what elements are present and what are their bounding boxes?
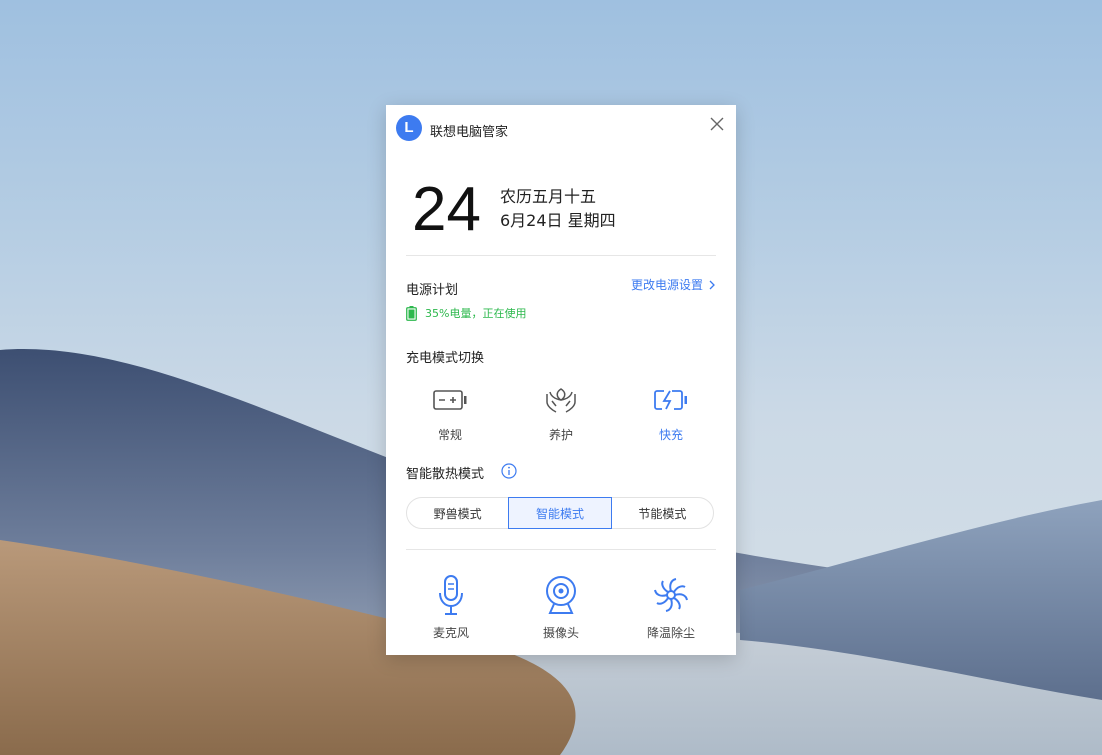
change-power-settings-label: 更改电源设置 <box>630 278 703 292</box>
battery-icon <box>406 305 417 321</box>
battery-normal-icon <box>433 390 467 410</box>
tool-microphone-label: 麦克风 <box>432 626 469 640</box>
cooling-mode-beast[interactable]: 野兽模式 <box>407 498 508 528</box>
divider <box>406 549 716 550</box>
divider <box>406 255 716 256</box>
close-button[interactable] <box>708 115 726 133</box>
info-icon <box>501 463 517 479</box>
battery-status: 35%电量，正在使用 <box>406 305 526 321</box>
power-plan-title: 电源计划 <box>406 283 459 298</box>
app-title: 联想电脑管家 <box>430 125 509 140</box>
cooling-mode-selector: 野兽模式 智能模式 节能模式 <box>406 497 714 529</box>
info-button[interactable] <box>501 463 517 483</box>
title-bar: L 联想电脑管家 <box>386 105 736 153</box>
microphone-icon <box>439 575 463 615</box>
charge-mode-care[interactable]: 养护 <box>516 382 606 443</box>
charge-mode-normal-label: 常规 <box>437 428 462 442</box>
chevron-right-icon <box>709 280 715 289</box>
camera-icon <box>546 576 576 614</box>
cooling-mode-eco[interactable]: 节能模式 <box>612 498 713 528</box>
tool-microphone[interactable]: 麦克风 <box>401 574 501 641</box>
pc-manager-panel: L 联想电脑管家 24 农历五月十五 6月24日 星期四 电源计划 更改电源设置 <box>386 105 736 655</box>
app-logo-icon: L <box>396 115 422 141</box>
tool-cooling-dust-label: 降温除尘 <box>646 626 695 640</box>
lunar-date: 农历五月十五 <box>500 187 597 206</box>
desktop: L 联想电脑管家 24 农历五月十五 6月24日 星期四 电源计划 更改电源设置 <box>0 0 1102 755</box>
day-number: 24 <box>412 175 481 244</box>
charge-mode-title: 充电模式切换 <box>406 351 485 366</box>
battery-status-text: 35%电量，正在使用 <box>425 307 527 320</box>
leaf-care-icon <box>546 388 576 413</box>
full-date: 6月24日 星期四 <box>500 211 616 230</box>
fast-charge-icon <box>654 390 687 410</box>
tool-camera-label: 摄像头 <box>542 626 579 640</box>
fan-icon <box>654 578 688 612</box>
charge-mode-care-label: 养护 <box>548 428 573 442</box>
charge-mode-normal[interactable]: 常规 <box>405 382 495 443</box>
close-icon <box>710 117 724 131</box>
charge-mode-fast-label: 快充 <box>658 428 683 442</box>
tool-cooling-dust[interactable]: 降温除尘 <box>621 574 721 641</box>
tool-camera[interactable]: 摄像头 <box>511 574 611 641</box>
cooling-mode-smart[interactable]: 智能模式 <box>508 497 612 529</box>
change-power-settings-link[interactable]: 更改电源设置 <box>631 276 716 293</box>
cooling-mode-title: 智能散热模式 <box>406 467 485 482</box>
charge-mode-fast[interactable]: 快充 <box>626 382 716 443</box>
